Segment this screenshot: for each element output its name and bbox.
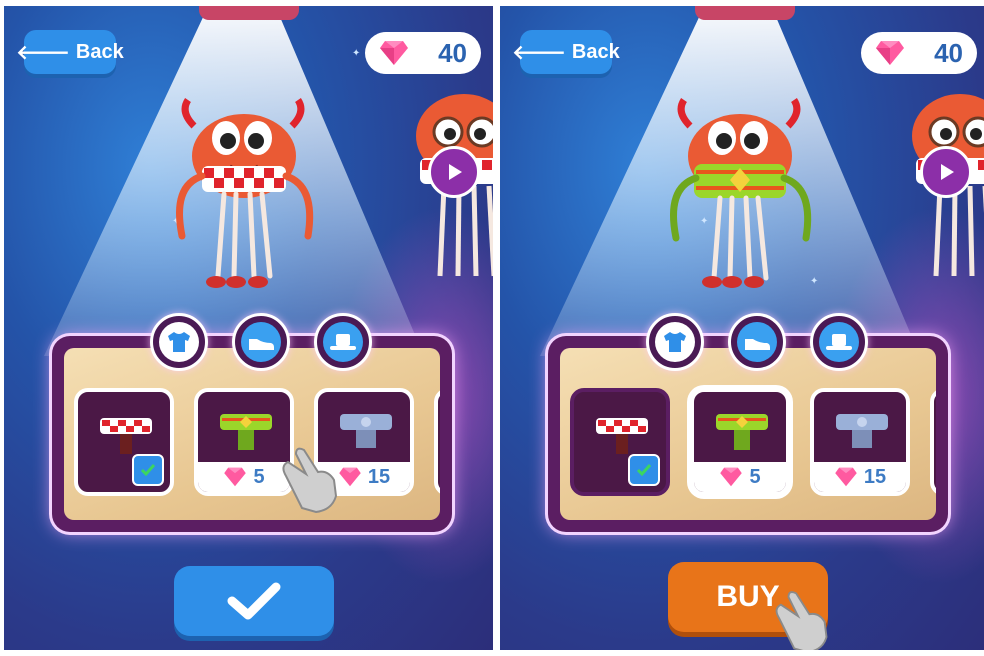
- gem-counter: 40: [861, 32, 977, 74]
- back-label: Back: [571, 40, 620, 63]
- spotlight-lamp: [199, 6, 299, 20]
- monster-character: [670, 98, 812, 288]
- sparkle-icon: ✦: [352, 48, 361, 59]
- equipped-badge: [132, 454, 164, 486]
- equipped-badge: [628, 454, 660, 486]
- shoe-icon: [745, 339, 770, 350]
- gem-counter: 40: [365, 32, 481, 74]
- shirt-icon: [664, 332, 686, 352]
- parchment-background: 5 15: [560, 348, 936, 520]
- gem-icon: [380, 41, 408, 65]
- green-scarf-icon: [716, 414, 768, 450]
- back-label: Back: [75, 40, 124, 63]
- tab-hats[interactable]: [314, 313, 372, 371]
- play-icon: [449, 164, 462, 180]
- item-card-checkered-scarf[interactable]: [570, 388, 670, 496]
- price-value: 15: [863, 465, 887, 488]
- item-card-green-scarf[interactable]: 5: [690, 388, 790, 496]
- tab-shoes[interactable]: [728, 313, 786, 371]
- price-value: 5: [253, 465, 265, 488]
- checkered-scarf-icon: [100, 418, 152, 454]
- shirt-icon: [168, 332, 190, 352]
- monster-character: [176, 98, 314, 288]
- tab-shoes[interactable]: [232, 313, 290, 371]
- arrow-left-icon: 🡐: [16, 41, 70, 64]
- hat-icon: [330, 334, 356, 350]
- tab-shirts[interactable]: [646, 313, 704, 371]
- tab-shirts[interactable]: [150, 313, 208, 371]
- spotlight-lamp: [695, 6, 795, 20]
- back-button[interactable]: 🡐 Back: [512, 30, 620, 74]
- gem-icon: [835, 467, 857, 487]
- price-value: 5: [749, 465, 761, 488]
- back-button[interactable]: 🡐 Back: [16, 30, 124, 74]
- shoe-icon: [249, 339, 274, 350]
- check-icon: [636, 464, 652, 477]
- pointer-hand-icon: [282, 447, 338, 514]
- shop-screen-after: ✦ ✦ 🡐 Back 40 5 15 BUY: [500, 6, 984, 650]
- play-button[interactable]: [428, 146, 480, 198]
- hat-icon: [826, 334, 852, 350]
- category-tabs: [646, 313, 868, 371]
- blue-scarf-icon: [836, 414, 888, 448]
- play-icon: [941, 164, 954, 180]
- gem-icon: [720, 467, 743, 487]
- gem-count: 40: [934, 37, 963, 68]
- checkered-scarf-icon: [596, 418, 648, 454]
- tab-hats[interactable]: [810, 313, 868, 371]
- price-value: 15: [367, 465, 391, 488]
- parchment-background: 5 15: [64, 348, 440, 520]
- arrow-left-icon: 🡐: [512, 41, 566, 64]
- item-card-blue-scarf[interactable]: 15: [810, 388, 910, 496]
- gem-icon: [224, 467, 247, 487]
- check-icon: [140, 464, 156, 477]
- item-card-partial[interactable]: [434, 388, 440, 496]
- pointer-hand-icon: [775, 591, 828, 650]
- play-button[interactable]: [920, 146, 972, 198]
- checkmark-icon: [227, 582, 281, 620]
- gem-icon: [876, 41, 904, 65]
- price-tag: 5: [694, 462, 786, 492]
- price-tag: 15: [814, 462, 906, 492]
- item-card-partial[interactable]: [930, 388, 936, 496]
- shop-screen-before: ✦ ✦ 🡐 Back 40 5 15: [4, 6, 493, 650]
- confirm-button[interactable]: [174, 566, 334, 636]
- item-card-checkered-scarf[interactable]: [74, 388, 174, 496]
- gem-count: 40: [438, 37, 467, 68]
- category-tabs: [150, 313, 372, 371]
